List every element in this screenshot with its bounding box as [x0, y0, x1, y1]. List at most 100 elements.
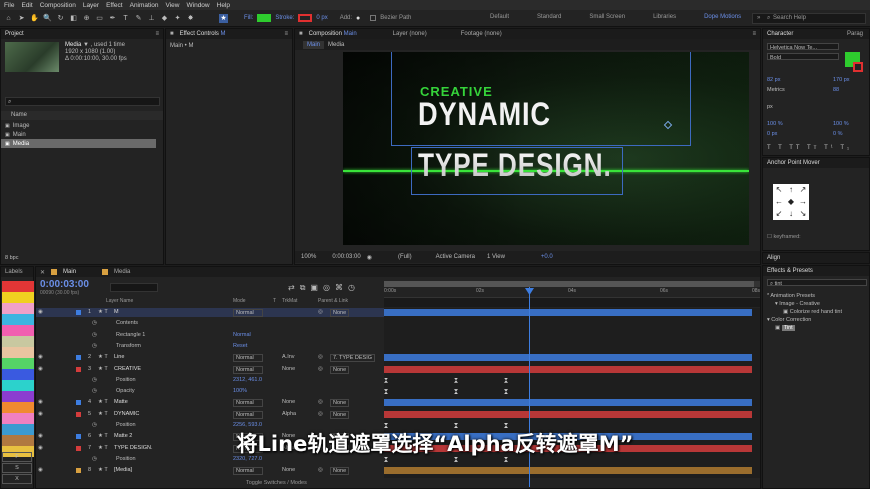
- effect-controls-tab[interactable]: Effect Controls M: [180, 31, 226, 37]
- layer-mode-dropdown[interactable]: Normal: [233, 399, 263, 408]
- menu-animation[interactable]: Animation: [130, 2, 159, 9]
- project-item[interactable]: ▣ Image: [1, 121, 156, 130]
- anchor-top-right-icon[interactable]: ↗: [797, 184, 809, 196]
- zoom-tool-icon[interactable]: 🔍: [43, 14, 52, 23]
- layer-duration-bar[interactable]: [384, 467, 752, 475]
- timeline-layer-row[interactable]: ◉ 5 ★ T DYNAMIC Normal Alpha ◎ None: [36, 410, 419, 419]
- parent-pickwhip-icon[interactable]: ◎: [318, 366, 323, 372]
- parent-pickwhip-icon[interactable]: ◎: [318, 309, 323, 315]
- eraser-tool-icon[interactable]: ◆: [160, 14, 169, 23]
- parent-pickwhip-icon[interactable]: ◎: [318, 411, 323, 417]
- project-item[interactable]: ▣ Media: [1, 139, 156, 148]
- add-label[interactable]: Add:: [340, 15, 352, 21]
- brush-tool-icon[interactable]: ✎: [134, 14, 143, 23]
- anchor-bottom-icon[interactable]: ↓: [785, 208, 797, 220]
- layer-duration-bar[interactable]: [384, 354, 752, 362]
- project-tab[interactable]: Project ≡: [1, 29, 163, 39]
- camera-tool-icon[interactable]: ◧: [69, 14, 78, 23]
- preset-group[interactable]: * Animation Presets: [767, 292, 842, 300]
- label-color-swatch[interactable]: [2, 292, 34, 303]
- layer-duration-bar[interactable]: [384, 399, 752, 407]
- timeline-timecode[interactable]: 0:00:03:00: [40, 279, 89, 290]
- keyframe-icon[interactable]: [384, 377, 388, 383]
- composition-viewer[interactable]: CREATIVE DYNAMIC TYPE DESIGN.: [343, 52, 749, 245]
- layer-duration-bar[interactable]: [384, 309, 752, 316]
- layer-name[interactable]: DYNAMIC: [114, 411, 139, 417]
- label-color-icon[interactable]: [76, 400, 81, 406]
- property-stopwatch-icon[interactable]: ◷: [92, 388, 97, 394]
- property-value[interactable]: 100%: [233, 388, 247, 394]
- visibility-eye-icon[interactable]: ◉: [38, 411, 43, 417]
- anchor-center-icon[interactable]: ◆: [785, 196, 797, 208]
- hand-tool-icon[interactable]: ✋: [30, 14, 39, 23]
- expand-icon[interactable]: »: [757, 14, 760, 23]
- color-correction-group[interactable]: ▾ Color Correction: [767, 316, 842, 324]
- camera-dropdown[interactable]: Active Camera: [436, 254, 475, 260]
- label-letter-s[interactable]: S: [2, 463, 32, 473]
- trkmat-dropdown[interactable]: A.Inv: [282, 354, 295, 360]
- parent-pickwhip-icon[interactable]: ◎: [318, 467, 323, 473]
- magnify-dropdown[interactable]: 100%: [301, 254, 316, 260]
- layer-name[interactable]: Line: [114, 354, 124, 360]
- label-color-swatch[interactable]: [2, 347, 34, 358]
- label-color-icon[interactable]: [76, 411, 81, 417]
- label-color-icon[interactable]: [76, 355, 81, 361]
- bpc-label[interactable]: 8 bpc: [5, 255, 18, 261]
- lock-icon[interactable]: ■: [170, 31, 174, 37]
- label-color-swatch[interactable]: [2, 402, 34, 413]
- trkmat-dropdown[interactable]: None: [282, 467, 295, 473]
- timecode-display[interactable]: 0:00:03:00: [332, 254, 360, 260]
- clone-tool-icon[interactable]: ⊥: [147, 14, 156, 23]
- trkmat-dropdown[interactable]: None: [282, 366, 295, 372]
- menu-composition[interactable]: Composition: [40, 2, 76, 9]
- timeline-tab-main[interactable]: Main: [63, 269, 76, 275]
- layer-mode-dropdown[interactable]: Normal: [233, 309, 263, 317]
- workspace-default[interactable]: Default: [490, 14, 509, 20]
- composition-tab[interactable]: Composition Main: [309, 31, 357, 37]
- label-color-swatch[interactable]: [2, 336, 34, 347]
- comp-subtab-media[interactable]: Media: [328, 42, 344, 48]
- property-stopwatch-icon[interactable]: ◷: [92, 332, 97, 338]
- trkmat-dropdown[interactable]: Alpha: [282, 411, 296, 417]
- layer-tab[interactable]: Layer (none): [393, 31, 427, 37]
- workspace-libraries[interactable]: Libraries: [653, 14, 676, 20]
- layer-name[interactable]: Matte: [114, 399, 128, 405]
- trkmat-dropdown[interactable]: None: [282, 399, 295, 405]
- visibility-eye-icon[interactable]: ◉: [38, 467, 43, 473]
- label-color-swatch[interactable]: [2, 303, 34, 314]
- layer-mode-dropdown[interactable]: Normal: [233, 467, 263, 476]
- label-color-swatch[interactable]: [2, 380, 34, 391]
- font-style-dropdown[interactable]: Bold: [767, 53, 839, 61]
- keyframed-checkbox[interactable]: ☐ keyframed:: [767, 234, 801, 240]
- pen-tool-icon[interactable]: ✒: [108, 14, 117, 23]
- timeline-layer-row[interactable]: ◷ Contents: [36, 319, 419, 328]
- time-ruler[interactable]: 0:00s 02s 04s 06s 08s: [384, 287, 760, 297]
- parent-pickwhip-icon[interactable]: ◎: [318, 399, 323, 405]
- layer-mode-dropdown[interactable]: Normal: [233, 410, 263, 419]
- label-color-swatch[interactable]: [2, 314, 34, 325]
- timeline-layer-row[interactable]: ◷ Rectangle 1 Normal: [36, 331, 419, 340]
- anchor-grid[interactable]: ↖ ↑ ↗ ← ◆ → ↙ ↓ ↘: [773, 184, 809, 220]
- add-icon[interactable]: ●: [356, 15, 360, 22]
- timeline-layer-row[interactable]: ◷ Transform Reset: [36, 342, 419, 351]
- workspace-dope-motions[interactable]: Dope Motions: [704, 14, 741, 20]
- toggle-switches-button[interactable]: Toggle Switches / Modes: [246, 480, 307, 486]
- anchor-top-icon[interactable]: ↑: [785, 184, 797, 196]
- snapshot-icon[interactable]: ◉: [367, 254, 372, 261]
- bezier-checkbox[interactable]: [370, 15, 377, 21]
- visibility-eye-icon[interactable]: ◉: [38, 354, 43, 360]
- visibility-eye-icon[interactable]: ◉: [38, 366, 43, 372]
- label-letter-x[interactable]: X: [2, 474, 32, 484]
- menu-edit[interactable]: Edit: [21, 2, 32, 9]
- roto-tool-icon[interactable]: ✦: [173, 14, 182, 23]
- keyframe-icon[interactable]: [384, 389, 388, 395]
- layer-name[interactable]: [Media]: [114, 467, 132, 473]
- property-value[interactable]: Normal: [233, 332, 251, 338]
- menu-file[interactable]: File: [4, 2, 14, 9]
- label-color-icon[interactable]: [76, 468, 81, 474]
- timeline-search-input[interactable]: [110, 283, 158, 292]
- menu-icon[interactable]: ≡: [752, 31, 756, 37]
- selection-tool-icon[interactable]: ➤: [17, 14, 26, 23]
- timeline-layer-row[interactable]: ◉ 2 ★ T Line Normal A.Inv ◎ 7. TYPE DESIG: [36, 353, 419, 363]
- search-help-input[interactable]: » ⌕ Search Help: [752, 13, 866, 24]
